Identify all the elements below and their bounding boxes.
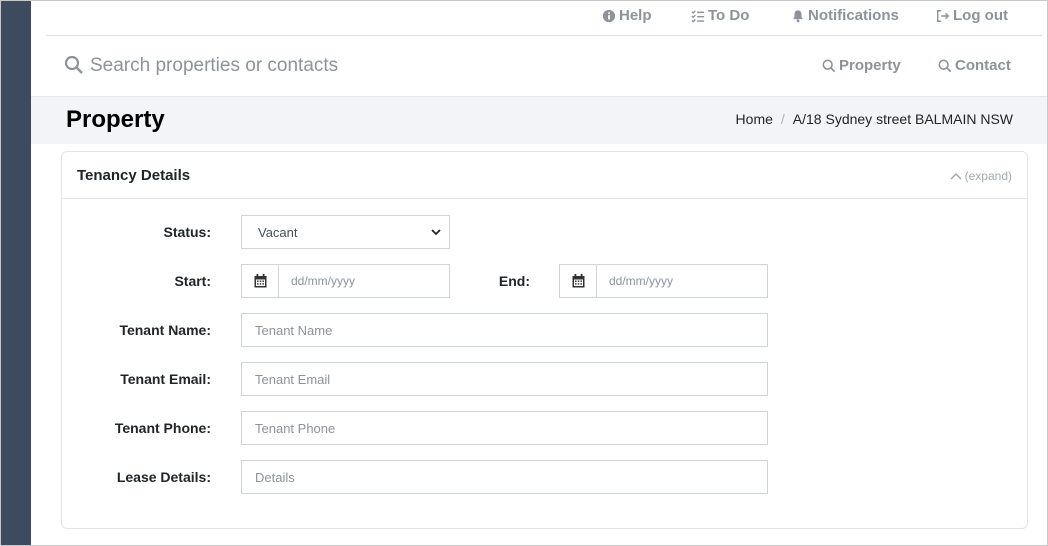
tenant-name-label: Tenant Name:: [119, 322, 211, 338]
logout-icon: [937, 9, 950, 22]
todo-label: To Do: [708, 7, 750, 24]
end-label: End:: [498, 273, 530, 289]
breadcrumb-home[interactable]: Home: [736, 111, 773, 127]
search-icon: [938, 59, 952, 72]
page-title: Property: [66, 106, 165, 133]
start-label: Start:: [174, 273, 211, 289]
status-label: Status:: [163, 224, 211, 240]
search-input[interactable]: [90, 51, 590, 81]
info-icon: [602, 9, 616, 22]
breadcrumb-separator: /: [780, 111, 785, 127]
search-icon: [822, 59, 836, 72]
calendar-icon[interactable]: [560, 265, 597, 297]
notifications-label: Notifications: [808, 7, 899, 24]
tenancy-details-card: Tenancy Details (expand) Status: Vacant …: [61, 151, 1028, 529]
card-header[interactable]: Tenancy Details (expand): [62, 152, 1027, 199]
calendar-icon[interactable]: [242, 265, 279, 297]
search-icon: [64, 55, 83, 74]
search-property-label: Property: [839, 57, 901, 74]
search-contact-label: Contact: [955, 57, 1011, 74]
expand-label: (expand): [964, 169, 1012, 183]
tenant-phone-input[interactable]: [241, 411, 768, 445]
tenant-name-input[interactable]: [241, 313, 768, 347]
chevron-down-icon: [431, 228, 441, 235]
search-property-button[interactable]: Property: [822, 57, 901, 74]
page-header: Property Home / A/18 Sydney street BALMA…: [31, 96, 1047, 144]
card-title: Tenancy Details: [77, 167, 191, 184]
help-label: Help: [619, 7, 652, 24]
lease-details-label: Lease Details:: [116, 469, 211, 485]
search-bar: Property Contact: [46, 37, 1042, 96]
left-sidebar: [1, 1, 31, 545]
end-date-input[interactable]: [597, 265, 767, 297]
top-nav: Help To Do Notifications Log out: [46, 0, 1042, 36]
chevron-up-icon: [950, 172, 962, 180]
tenant-email-label: Tenant Email:: [120, 371, 211, 387]
bell-icon: [793, 9, 803, 22]
tenant-email-input[interactable]: [241, 362, 768, 396]
end-date-group: [559, 264, 768, 298]
status-value: Vacant: [258, 224, 298, 240]
breadcrumb: Home / A/18 Sydney street BALMAIN NSW: [736, 111, 1013, 127]
todo-link[interactable]: To Do: [691, 7, 749, 24]
logout-link[interactable]: Log out: [936, 7, 1008, 24]
logout-label: Log out: [953, 7, 1008, 24]
notifications-link[interactable]: Notifications: [791, 7, 899, 24]
help-link[interactable]: Help: [602, 7, 652, 24]
status-select[interactable]: Vacant: [241, 215, 450, 249]
checklist-icon: [691, 9, 705, 23]
breadcrumb-current: A/18 Sydney street BALMAIN NSW: [792, 111, 1013, 127]
expand-toggle[interactable]: (expand): [950, 169, 1012, 183]
search-contact-button[interactable]: Contact: [938, 57, 1011, 74]
lease-details-input[interactable]: [241, 460, 768, 494]
tenant-phone-label: Tenant Phone:: [114, 420, 211, 436]
